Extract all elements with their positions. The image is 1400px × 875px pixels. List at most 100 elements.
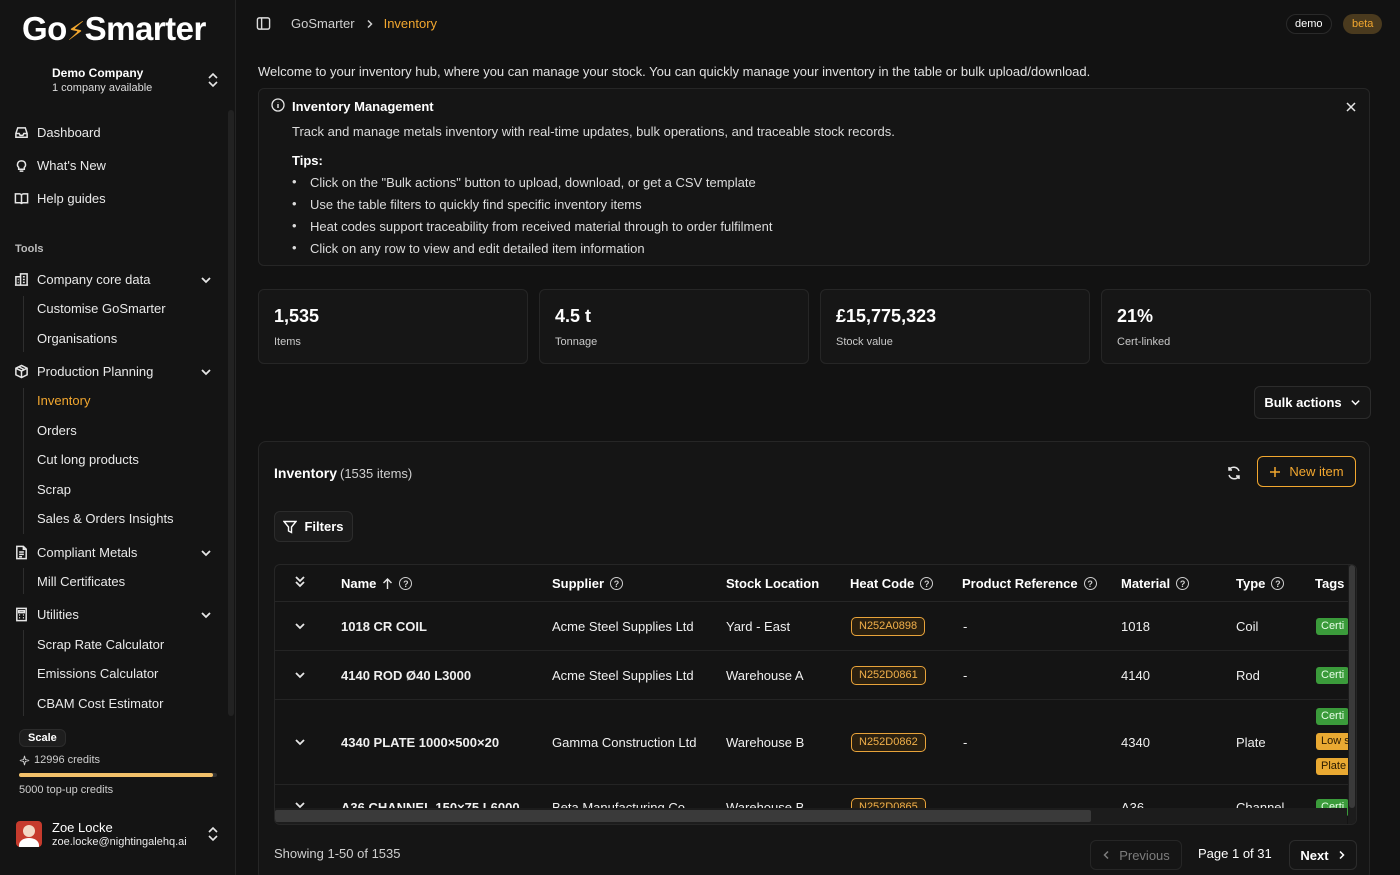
- help-circle-icon[interactable]: ?: [1176, 577, 1190, 590]
- heat-code-badge[interactable]: N252D0861: [851, 666, 926, 685]
- nav-sales-orders-insights[interactable]: Sales & Orders Insights: [37, 511, 174, 526]
- help-circle-icon[interactable]: ?: [1271, 577, 1285, 590]
- scrollbar-thumb[interactable]: [275, 810, 1091, 822]
- table-title: Inventory: [274, 465, 338, 481]
- breadcrumb-root[interactable]: GoSmarter: [291, 16, 355, 31]
- close-icon[interactable]: [1345, 101, 1357, 113]
- heat-code-badge[interactable]: N252A0898: [851, 617, 926, 636]
- chevron-down-icon[interactable]: [200, 609, 212, 621]
- nav-customise-gosmarter[interactable]: Customise GoSmarter: [37, 301, 166, 316]
- previous-page-button[interactable]: Previous: [1090, 840, 1182, 870]
- tag-badge: Certi: [1316, 708, 1350, 725]
- credits-progress: [19, 773, 217, 777]
- table-vertical-scrollbar[interactable]: [1348, 565, 1356, 824]
- help-circle-icon[interactable]: ?: [610, 577, 624, 590]
- cell-supplier: Gamma Construction Ltd: [552, 735, 697, 750]
- tips-label: Tips:: [292, 153, 323, 168]
- cell-supplier: Acme Steel Supplies Ltd: [552, 619, 694, 634]
- main-content: GoSmarter Inventory demo beta Welcome to…: [236, 0, 1400, 875]
- nav-company-core-data[interactable]: Company core data: [14, 269, 150, 289]
- table-horizontal-scrollbar[interactable]: [275, 808, 1347, 824]
- nav-mill-certificates[interactable]: Mill Certificates: [37, 574, 125, 589]
- table-row[interactable]: 4340 PLATE 1000×500×20 Gamma Constructio…: [275, 700, 1356, 785]
- book-open-icon: [14, 192, 29, 204]
- gosmarter-logo[interactable]: Go⚡Smarter: [22, 10, 206, 48]
- bulk-actions-button[interactable]: Bulk actions: [1254, 386, 1371, 419]
- column-heat-code[interactable]: Heat Code?: [850, 576, 934, 591]
- column-product-reference[interactable]: Product Reference?: [962, 576, 1097, 591]
- breadcrumb: GoSmarter Inventory: [291, 16, 437, 31]
- chevron-right-icon: [1339, 850, 1345, 860]
- nav-utilities[interactable]: Utilities: [14, 604, 79, 624]
- chevron-down-icon[interactable]: [294, 736, 306, 748]
- column-material[interactable]: Material?: [1121, 576, 1190, 591]
- company-switcher[interactable]: Demo Company 1 company available: [52, 66, 152, 94]
- tip-item: Click on the "Bulk actions" button to up…: [292, 174, 772, 197]
- nav-scrap-rate-calculator[interactable]: Scrap Rate Calculator: [37, 637, 164, 652]
- nav-compliant-metals[interactable]: Compliant Metals: [14, 542, 137, 562]
- help-circle-icon[interactable]: ?: [1083, 577, 1097, 590]
- chevron-right-icon: [367, 19, 373, 28]
- chevron-down-icon[interactable]: [200, 547, 212, 559]
- nav-scrap[interactable]: Scrap: [37, 482, 71, 497]
- filters-button[interactable]: Filters: [274, 511, 353, 542]
- stat-stock-value: £15,775,323 Stock value: [820, 289, 1090, 364]
- info-title: Inventory Management: [292, 99, 434, 114]
- next-page-button[interactable]: Next: [1289, 840, 1357, 870]
- info-description: Track and manage metals inventory with r…: [292, 124, 895, 139]
- cell-location: Yard - East: [726, 619, 791, 634]
- sidebar-scrollbar[interactable]: [228, 110, 234, 716]
- nav-production-planning[interactable]: Production Planning: [14, 361, 153, 381]
- inventory-table: Name ? Supplier? Stock Location Heat Cod…: [274, 564, 1357, 825]
- stat-value: 21%: [1117, 306, 1154, 326]
- table-row[interactable]: 1018 CR COIL Acme Steel Supplies Ltd Yar…: [275, 602, 1356, 651]
- nav-orders[interactable]: Orders: [37, 423, 77, 438]
- column-tags[interactable]: Tags: [1315, 576, 1344, 591]
- nav-emissions-calculator[interactable]: Emissions Calculator: [37, 666, 158, 681]
- breadcrumb-current: Inventory: [383, 16, 438, 31]
- expand-all-icon[interactable]: [294, 575, 306, 589]
- chevron-down-icon[interactable]: [294, 669, 306, 681]
- chevron-down-icon[interactable]: [200, 366, 212, 378]
- nav-dashboard[interactable]: Dashboard: [14, 122, 101, 142]
- nav-inventory[interactable]: Inventory: [37, 393, 90, 408]
- user-menu[interactable]: Zoe Locke zoe.locke@nightingalehq.ai: [16, 820, 187, 848]
- info-icon: [271, 98, 285, 112]
- help-circle-icon[interactable]: ?: [920, 577, 934, 590]
- bolt-icon: ⚡: [66, 16, 85, 46]
- page-indicator: Page 1 of 31: [1198, 846, 1272, 861]
- scrollbar-thumb[interactable]: [1349, 565, 1355, 808]
- building-icon: [14, 272, 29, 286]
- nav-cut-long-products[interactable]: Cut long products: [37, 452, 139, 467]
- nav-help-guides[interactable]: Help guides: [14, 188, 106, 208]
- nav-whats-new[interactable]: What's New: [14, 155, 106, 175]
- table-row[interactable]: 4140 ROD Ø40 L3000 Acme Steel Supplies L…: [275, 651, 1356, 700]
- stat-label: Items: [274, 336, 301, 348]
- chevron-down-icon[interactable]: [200, 274, 212, 286]
- stat-label: Tonnage: [555, 336, 598, 348]
- help-circle-icon[interactable]: ?: [399, 577, 413, 590]
- chevrons-up-down-icon[interactable]: [206, 72, 220, 88]
- stat-tonnage: 4.5 t Tonnage: [539, 289, 809, 364]
- company-name: Demo Company: [52, 66, 144, 80]
- column-stock-location[interactable]: Stock Location: [726, 576, 819, 591]
- stat-label: Cert-linked: [1117, 336, 1171, 348]
- arrow-up-icon: [383, 577, 393, 589]
- company-subtitle: 1 company available: [52, 82, 153, 94]
- chevron-down-icon[interactable]: [294, 620, 306, 632]
- column-type[interactable]: Type?: [1236, 576, 1285, 591]
- nav-organisations[interactable]: Organisations: [37, 331, 117, 346]
- submenu-guide: [23, 296, 24, 352]
- tag-badge: Certi: [1316, 618, 1350, 635]
- refresh-icon[interactable]: [1226, 465, 1242, 481]
- heat-code-badge[interactable]: N252D0862: [851, 733, 926, 752]
- column-name[interactable]: Name ?: [341, 576, 413, 591]
- nav-cbam-cost-estimator[interactable]: CBAM Cost Estimator: [37, 696, 163, 711]
- plus-icon: [1270, 466, 1281, 477]
- beta-badge: beta: [1343, 14, 1383, 34]
- sidebar-toggle-icon[interactable]: [256, 16, 271, 31]
- cell-supplier: Acme Steel Supplies Ltd: [552, 668, 694, 683]
- column-supplier[interactable]: Supplier?: [552, 576, 624, 591]
- new-item-button[interactable]: New item: [1257, 456, 1356, 487]
- chevrons-up-down-icon[interactable]: [206, 826, 220, 842]
